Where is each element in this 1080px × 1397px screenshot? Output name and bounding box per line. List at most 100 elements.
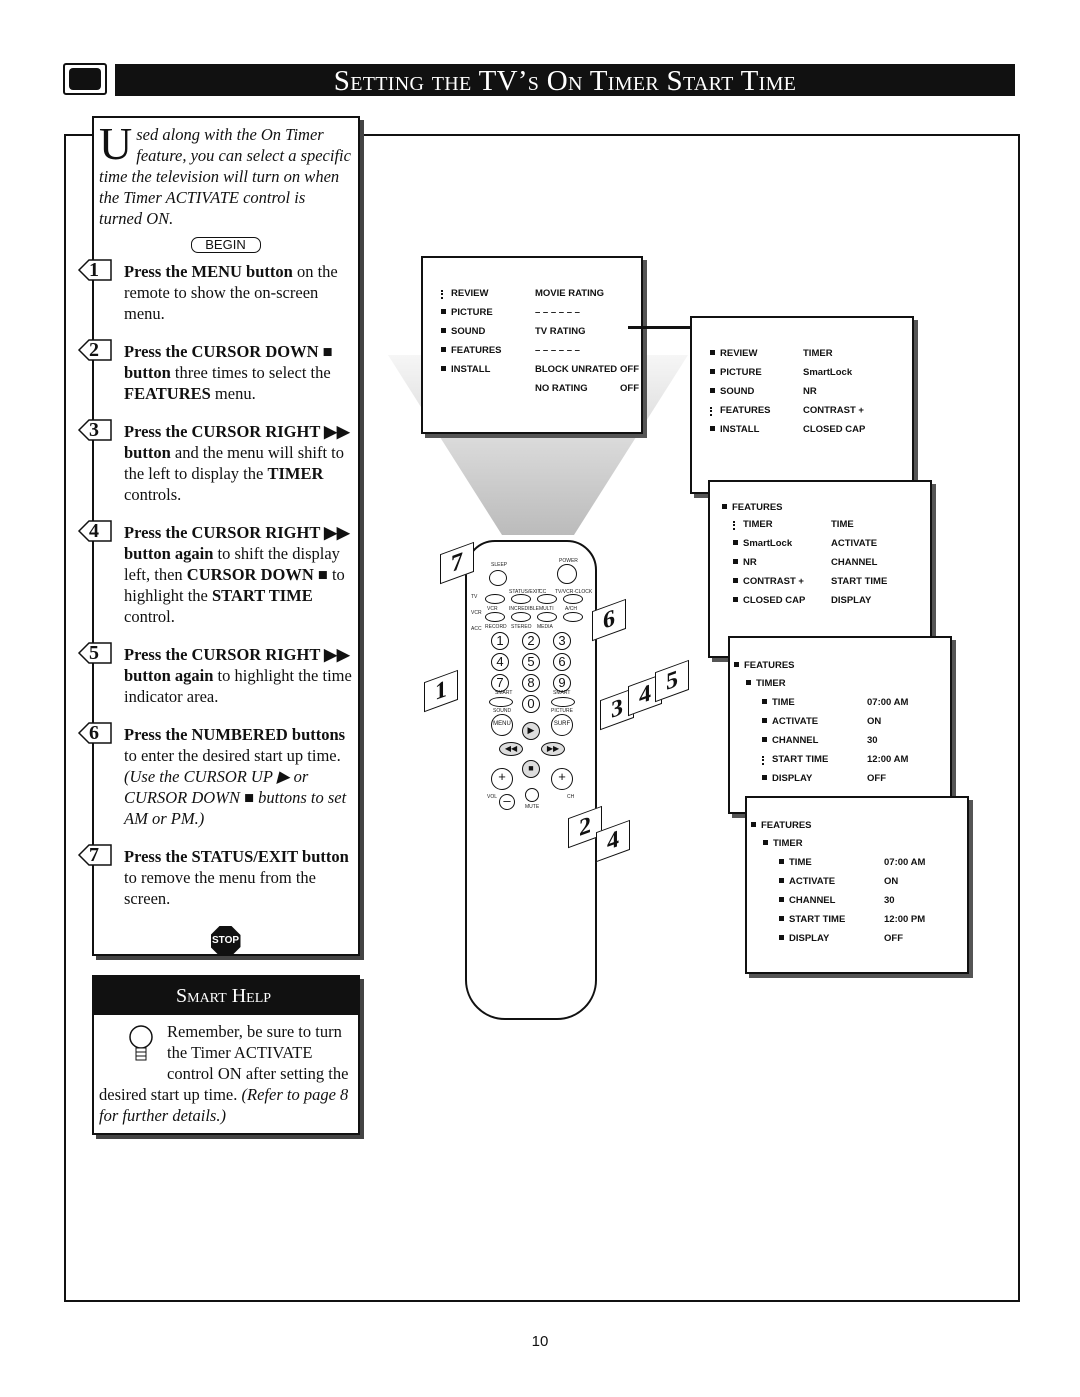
cursor-left-button[interactable]: ◀◀: [499, 742, 523, 756]
digit-3-button[interactable]: 3: [553, 632, 571, 650]
intro-body: sed along with the On Timer feature, you…: [99, 125, 351, 228]
digit-1-button[interactable]: 1: [491, 632, 509, 650]
digit-6-button[interactable]: 6: [553, 653, 571, 671]
cursor-down-button[interactable]: ■: [522, 760, 540, 778]
digit-7-button[interactable]: 7: [491, 674, 509, 692]
media-label: MEDIA: [537, 624, 553, 630]
menu-item: FEATURES: [722, 502, 783, 513]
digit-5-button[interactable]: 5: [522, 653, 540, 671]
digit-8-button[interactable]: 8: [522, 674, 540, 692]
digit-4-button[interactable]: 4: [491, 653, 509, 671]
menu-item: CONTRAST +: [733, 576, 804, 587]
menu-button[interactable]: MENU: [491, 714, 513, 736]
volume-up-button[interactable]: +: [491, 768, 513, 790]
menu-item: TIME: [831, 519, 854, 530]
menu-item: PICTURE: [710, 367, 762, 378]
intro-text: Used along with the On Timer feature, yo…: [99, 121, 352, 229]
menu-item: 07:00 AM: [884, 857, 926, 868]
menu-item: OFF: [867, 773, 886, 784]
timer-menu-screen: FEATURES TIMER SmartLock NR CONTRAST + CLOSED…: [708, 480, 932, 658]
menu-item: TV RATING: [535, 326, 586, 337]
step-action: Press the MENU button: [124, 262, 293, 281]
menu-item: START TIME: [831, 576, 888, 587]
stereo-button[interactable]: [511, 612, 531, 622]
lightbulb-icon: [123, 1021, 163, 1067]
ach-button[interactable]: [563, 612, 583, 622]
step-action: Press the STATUS/EXIT button: [124, 847, 349, 866]
menu-item: TIMER: [803, 348, 833, 359]
step-emphasis: START TIME: [212, 586, 313, 605]
menu-item: OFF: [620, 364, 639, 375]
smart-picture-button[interactable]: [551, 697, 575, 707]
menu-item: FEATURES: [710, 405, 771, 416]
menu-item: SOUND: [709, 386, 755, 397]
menu-item: – – – – – –: [535, 307, 580, 318]
cc-button[interactable]: [537, 594, 557, 604]
clock-button[interactable]: [563, 594, 583, 604]
surf-button[interactable]: SURF: [551, 714, 573, 736]
digit-0-button[interactable]: 0: [522, 695, 540, 713]
step-number: 3: [89, 419, 99, 441]
step-4: 4 Press the CURSOR RIGHT ▶▶ button again …: [77, 520, 352, 627]
page-number: 10: [531, 1333, 549, 1350]
step-number-badge: 2: [77, 339, 113, 361]
step-text: control.: [124, 607, 175, 626]
step-number-badge: 7: [77, 844, 113, 866]
menu-item: TIME: [762, 697, 795, 708]
status-exit-button[interactable]: [511, 594, 531, 604]
menu-item: NR: [733, 557, 757, 568]
timer-detail-screen-2: FEATURES TIMER TIME 07:00 AM ACTIVATE ON CHANN…: [745, 796, 969, 974]
menu-item: CHANNEL: [831, 557, 878, 568]
cursor-up-button[interactable]: ▶: [522, 722, 540, 740]
menu-item: CHANNEL: [778, 895, 836, 906]
menu-item: CHANNEL: [761, 735, 819, 746]
mute-button[interactable]: [525, 788, 539, 802]
menu-item: 07:00 AM: [867, 697, 909, 708]
volume-down-button[interactable]: –: [499, 794, 515, 810]
step-6: 6 Press the NUMBERED buttons to enter the…: [77, 722, 352, 829]
menu-item: FEATURES: [441, 345, 502, 356]
step-number-badge: 3: [77, 419, 113, 441]
menu-item: DISPLAY: [831, 595, 872, 606]
menu-item: MOVIE RATING: [535, 288, 604, 299]
timer-detail-screen-1: FEATURES TIMER TIME 07:00 AM ACTIVATE ON CHANN…: [728, 636, 952, 814]
smart-sound-button[interactable]: [489, 697, 513, 707]
menu-item: ACTIVATE: [831, 538, 878, 549]
step-emphasis: TIMER: [267, 464, 324, 483]
menu-item: 12:00 PM: [884, 914, 926, 925]
digit-2-button[interactable]: 2: [522, 632, 540, 650]
menu-item: PICTURE: [441, 307, 493, 318]
menu-item: 30: [884, 895, 895, 906]
menu-label: MENU: [493, 721, 511, 727]
step-number: 5: [89, 642, 99, 664]
power-label: POWER: [559, 558, 578, 564]
step-number: 7: [89, 844, 99, 866]
step-text: to enter the desired start up time.: [124, 746, 341, 765]
ch-label: CH: [567, 794, 575, 800]
record-button[interactable]: [485, 612, 505, 622]
menu-item: NR: [803, 386, 817, 397]
digit-9-button[interactable]: 9: [553, 674, 571, 692]
cursor-right-button[interactable]: ▶▶: [541, 742, 565, 756]
menu-item: FEATURES: [734, 660, 795, 671]
step-7: 7 Press the STATUS/EXIT button to remove …: [77, 844, 352, 909]
step-text: to remove the menu from the screen.: [124, 868, 316, 908]
step-number: 1: [89, 259, 99, 281]
menu-item: TIME: [779, 857, 812, 868]
channel-up-button[interactable]: +: [551, 768, 573, 790]
step-number-badge: 4: [77, 520, 113, 542]
menu-item: DISPLAY: [778, 933, 830, 944]
page-title: Setting the TV’s On Timer Start Time: [115, 64, 1015, 97]
sleep-label: SLEEP: [491, 562, 508, 568]
mute-label: MUTE: [525, 804, 540, 810]
menu-item: CLOSED CAP: [803, 424, 866, 435]
media-button[interactable]: [537, 612, 557, 622]
sleep-button[interactable]: [489, 570, 507, 586]
menu-item: 30: [867, 735, 878, 746]
step-number-badge: 6: [77, 722, 113, 744]
tv-button[interactable]: [485, 594, 505, 604]
menu-item: OFF: [884, 933, 903, 944]
menu-item: INSTALL: [440, 364, 491, 375]
features-menu-screen: REVIEW PICTURE SOUND FEATURES INSTALL TIMER Sm…: [690, 316, 914, 494]
power-button[interactable]: [557, 564, 577, 584]
